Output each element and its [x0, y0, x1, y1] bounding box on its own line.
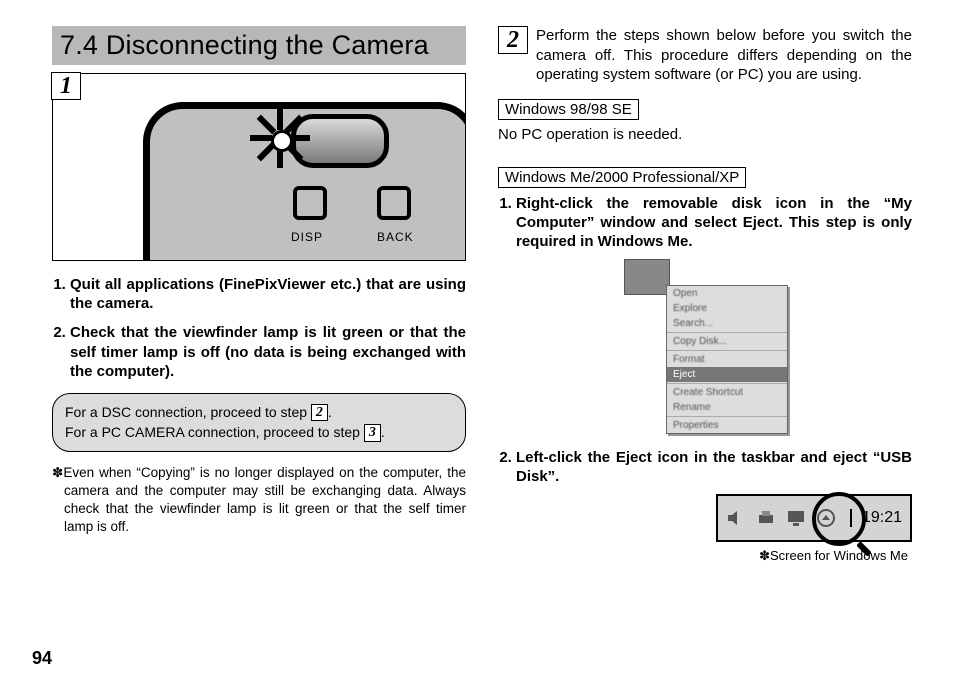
menu-item: Explore	[667, 301, 787, 316]
step-ref-3: 3	[364, 424, 381, 441]
taskbar-screenshot: 19:21	[498, 494, 912, 542]
os-tag-winme: Windows Me/2000 Professional/XP	[498, 167, 746, 188]
tray-printer-icon	[756, 508, 776, 528]
step-1-illustration: 1 DISP BACK	[52, 73, 466, 261]
menu-item: Properties	[667, 418, 787, 433]
menu-item: Create Shortcut	[667, 385, 787, 400]
disk-icon	[624, 259, 670, 295]
context-menu-screenshot: OpenExploreSearch... Copy Disk... FormatEj…	[620, 259, 790, 434]
right-column: 2 Perform the steps shown below before y…	[498, 26, 912, 564]
step-2-row: 2 Perform the steps shown below before y…	[498, 26, 912, 85]
menu-item: Open	[667, 286, 787, 301]
screenshot-caption: ✽Screen for Windows Me	[498, 548, 908, 564]
step-1-item: Check that the viewfinder lamp is lit gr…	[70, 323, 466, 381]
step-2-intro: Perform the steps shown below before you…	[536, 26, 912, 85]
tray-speaker-icon	[726, 508, 746, 528]
heading-text: 7.4 Disconnecting the Camera	[60, 30, 429, 60]
step-ref-2: 2	[311, 404, 328, 421]
os2-step-item: Left-click the Eject icon in the taskbar…	[516, 448, 912, 486]
manual-page: 7.4 Disconnecting the Camera 1 DISP BACK	[0, 0, 954, 687]
step-1-number: 1	[51, 72, 81, 100]
os1-text: No PC operation is needed.	[498, 126, 912, 143]
asterisk-icon: ✽	[52, 465, 63, 480]
camera-illustration: DISP BACK	[52, 73, 466, 261]
step-2-number: 2	[498, 26, 528, 54]
lamp-burst-icon	[249, 108, 309, 168]
page-number: 94	[32, 648, 52, 669]
step-1-item: Quit all applications (FinePixViewer etc…	[70, 275, 466, 313]
os2-step-item: Right-click the removable disk icon in t…	[516, 194, 912, 252]
footnote: ✽Even when “Copying” is no longer displa…	[52, 464, 466, 537]
menu-item: Eject	[667, 367, 787, 382]
menu-item: Search...	[667, 316, 787, 331]
menu-item: Copy Disk...	[667, 334, 787, 349]
context-menu: OpenExploreSearch... Copy Disk... FormatEj…	[666, 285, 788, 434]
back-label: BACK	[377, 230, 414, 244]
os2-steps: Right-click the removable disk icon in t…	[498, 194, 912, 252]
left-column: 7.4 Disconnecting the Camera 1 DISP BACK	[52, 26, 466, 564]
info-line-1: For a DSC connection, proceed to step 2.	[65, 402, 453, 422]
asterisk-icon: ✽	[759, 548, 770, 563]
menu-item: Format	[667, 352, 787, 367]
section-heading: 7.4 Disconnecting the Camera	[52, 26, 466, 65]
os-tag-win98: Windows 98/98 SE	[498, 99, 639, 120]
footnote-text: Even when “Copying” is no longer display…	[63, 465, 466, 535]
os2-steps: Left-click the Eject icon in the taskbar…	[498, 448, 912, 486]
magnifier-icon	[812, 492, 866, 546]
disp-label: DISP	[291, 230, 323, 244]
info-line-2: For a PC CAMERA connection, proceed to s…	[65, 422, 453, 442]
step-1-list: Quit all applications (FinePixViewer etc…	[52, 275, 466, 381]
system-tray: 19:21	[716, 494, 912, 542]
menu-item: Rename	[667, 400, 787, 415]
tray-display-icon	[786, 508, 806, 528]
connection-info-box: For a DSC connection, proceed to step 2.…	[52, 393, 466, 452]
